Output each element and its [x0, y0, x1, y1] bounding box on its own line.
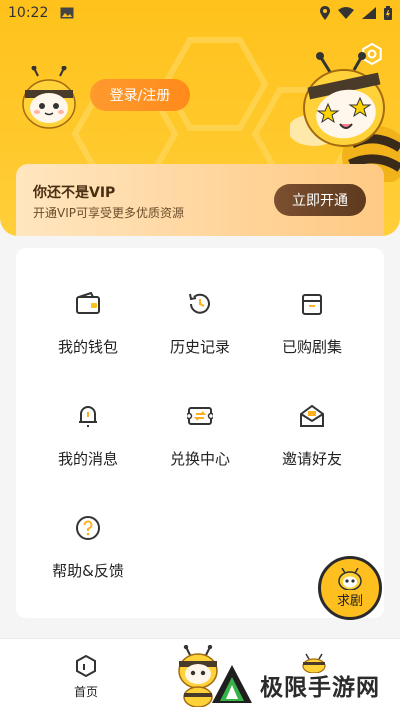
request-drama-button[interactable]: 求剧	[318, 556, 382, 620]
home-hexagon-icon	[76, 655, 96, 677]
vip-banner[interactable]: 你还不是VIP 开通VIP可享受更多优质资源 立即开通	[16, 164, 384, 236]
wifi-icon	[338, 7, 354, 19]
menu-item-label: 邀请好友	[281, 450, 342, 468]
help-icon	[74, 514, 102, 542]
watermark-text: 极限手游网	[260, 675, 380, 701]
menu-item-invite[interactable]: 邀请好友	[256, 402, 368, 482]
menu-item-wallet[interactable]: 我的钱包	[32, 290, 144, 370]
menu-item-label: 兑换中心	[169, 450, 230, 468]
menu-item-label: 已购剧集	[281, 338, 342, 356]
menu-item-purchased[interactable]: 已购剧集	[256, 290, 368, 370]
battery-icon	[384, 6, 392, 20]
watermark-logo-icon	[212, 665, 252, 703]
status-time: 10:22	[8, 5, 49, 21]
menu-item-help[interactable]: 帮助&反馈	[32, 514, 144, 594]
bee-mascot	[288, 52, 400, 186]
vip-subtitle: 开通VIP可享受更多优质资源	[33, 206, 184, 220]
signal-icon	[362, 7, 376, 19]
exchange-icon	[186, 402, 214, 430]
status-bar: 10:22	[0, 0, 400, 26]
history-icon	[186, 290, 214, 318]
menu-item-label: 我的消息	[57, 450, 118, 468]
image-notification-icon	[60, 7, 74, 19]
open-vip-button[interactable]: 立即开通	[274, 184, 366, 216]
purchased-icon	[298, 290, 326, 318]
request-drama-label: 求剧	[336, 593, 363, 609]
vip-title: 你还不是VIP	[33, 185, 116, 201]
login-register-button[interactable]: 登录/注册	[90, 79, 190, 111]
menu-item-exchange[interactable]: 兑换中心	[144, 402, 256, 482]
wallet-icon	[74, 290, 102, 318]
menu-item-label: 帮助&反馈	[52, 562, 124, 580]
watermark: 极限手游网	[210, 660, 400, 710]
menu-item-label: 历史记录	[169, 338, 230, 356]
menu-item-history[interactable]: 历史记录	[144, 290, 256, 370]
bell-icon	[74, 402, 102, 430]
profile-header: 10:22 登录/注册 你还不是VIP 开通VIP可享受更多优质资源 立即开通	[0, 0, 400, 236]
avatar[interactable]	[16, 65, 82, 132]
location-icon	[320, 6, 330, 20]
bee-mascot-icon	[288, 52, 400, 186]
nav-home-label: 首页	[73, 685, 98, 699]
bee-face-icon	[338, 567, 362, 590]
nav-home[interactable]: 首页	[60, 655, 112, 705]
menu-item-messages[interactable]: 我的消息	[32, 402, 144, 482]
menu-item-label: 我的钱包	[57, 338, 118, 356]
bee-avatar-icon	[22, 65, 76, 129]
mail-icon	[298, 402, 326, 430]
